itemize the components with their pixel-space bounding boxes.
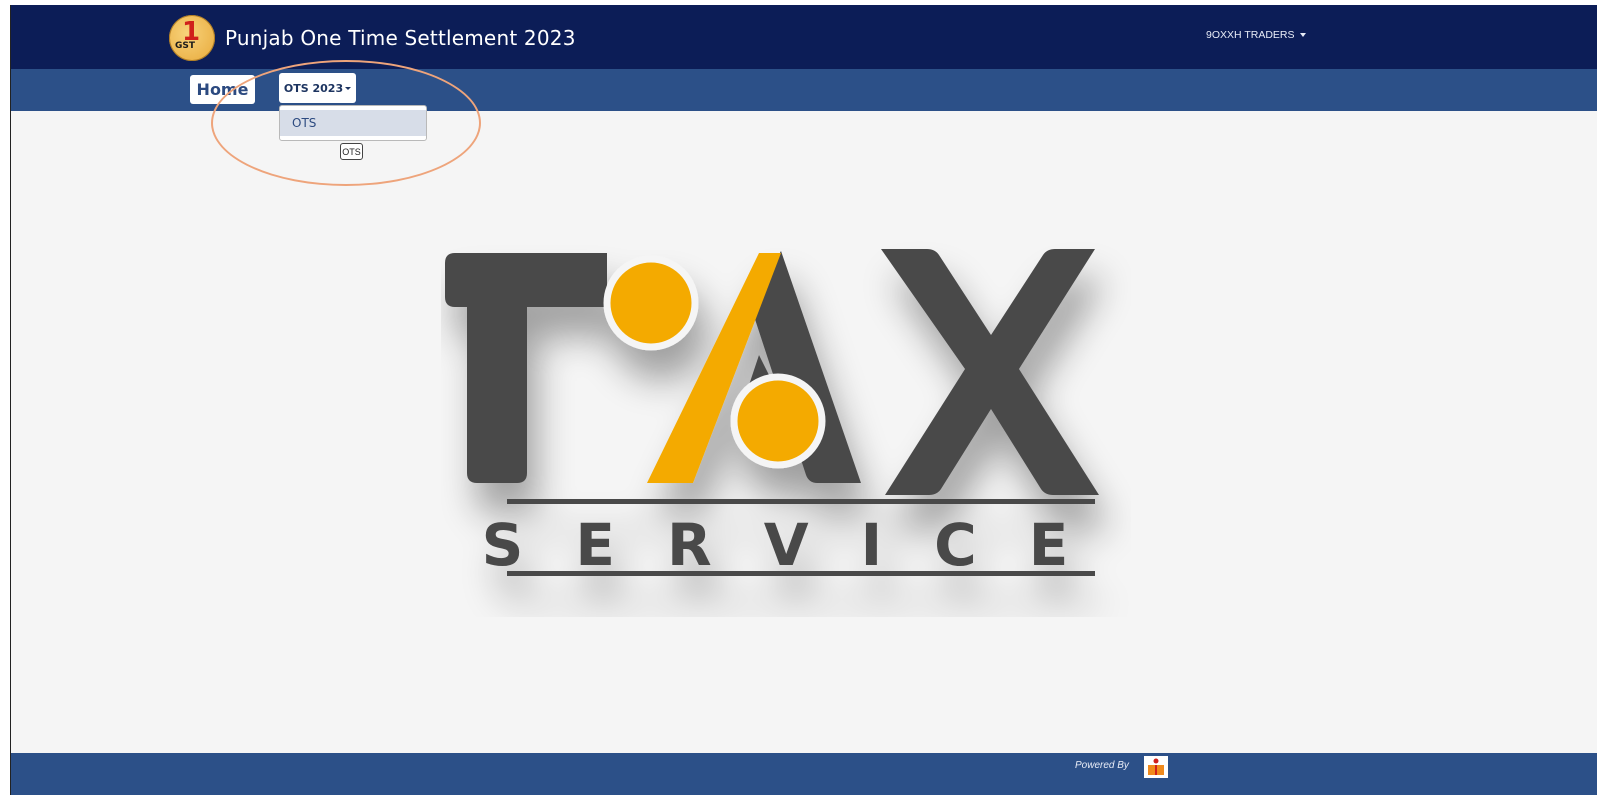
nav-bar: Home OTS 2023: [11, 69, 1597, 111]
tax-service-logo: SERVICE: [441, 237, 1131, 617]
letter-t: [445, 253, 607, 483]
ots-dropdown-menu: OTS: [279, 105, 427, 141]
book-person-icon-graphic: [1148, 758, 1164, 775]
rule-top: [507, 499, 1095, 504]
user-name: 9OXXH TRADERS: [1206, 29, 1295, 41]
footer: Powered By: [11, 753, 1597, 795]
powered-by-text: Powered By: [1075, 760, 1129, 771]
letter-x: [881, 249, 1099, 495]
chevron-down-icon: [345, 86, 352, 90]
ots-2023-menu-button[interactable]: OTS 2023: [279, 73, 356, 103]
logo-gst-text: GST: [175, 41, 196, 51]
chevron-down-icon: [1299, 33, 1306, 37]
tax-service-graphic: SERVICE: [445, 249, 1121, 579]
accent-dot-bottom: [730, 373, 826, 469]
ots-menu-label: OTS 2023: [283, 81, 344, 95]
accent-dot-top: [603, 255, 699, 351]
user-menu[interactable]: 9OXXH TRADERS: [1206, 29, 1306, 41]
service-word: SERVICE: [482, 511, 1121, 579]
gst-logo-icon: 1 GST: [169, 15, 215, 61]
brand[interactable]: 1 GST Punjab One Time Settlement 2023: [169, 15, 576, 61]
page-frame: 1 GST Punjab One Time Settlement 2023 9O…: [10, 5, 1597, 795]
dropdown-item-ots[interactable]: OTS: [280, 110, 426, 136]
book-person-icon[interactable]: [1144, 756, 1168, 778]
top-header: 1 GST Punjab One Time Settlement 2023 9O…: [11, 5, 1597, 69]
home-button[interactable]: Home: [190, 75, 255, 104]
ots-tooltip: OTS: [340, 143, 363, 160]
page-title: Punjab One Time Settlement 2023: [225, 26, 576, 50]
